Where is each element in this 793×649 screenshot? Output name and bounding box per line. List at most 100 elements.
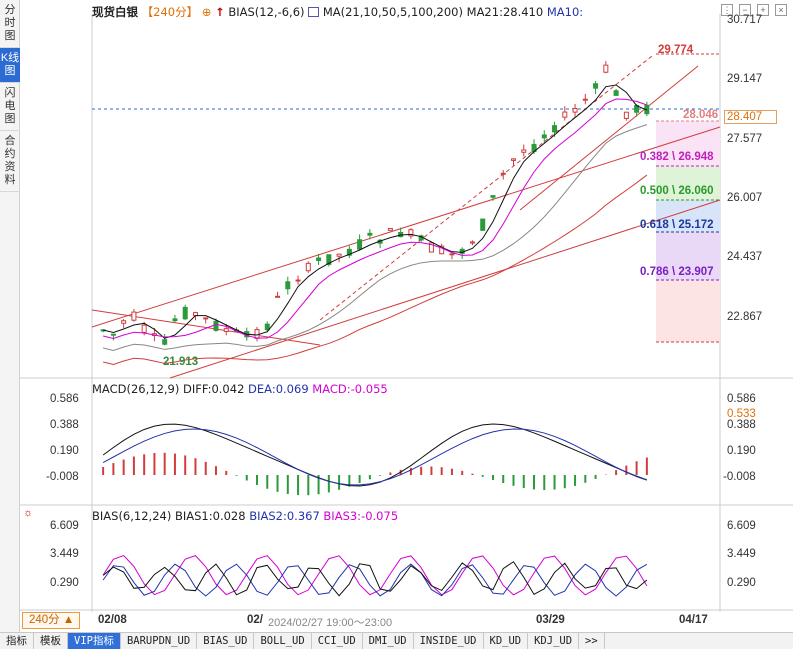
candle-body	[480, 218, 486, 231]
chart-area[interactable]: 现货白银 【240分】 ⊕ ↑ BIAS(12,-6,6) MA(21,10,5…	[20, 0, 793, 632]
tab-bias[interactable]: BIAS_UD	[197, 633, 255, 649]
tab-flash[interactable]: 闪电图	[0, 83, 20, 131]
low-label: 21.913	[163, 356, 199, 368]
bias-label: BIAS(12,-6,6)	[228, 5, 305, 19]
bias-sub-label: BIAS(6,12,24)	[92, 509, 172, 523]
candle-body	[511, 158, 516, 161]
high-label: 29.774	[658, 44, 694, 56]
chart-canvas[interactable]	[20, 0, 793, 632]
candle-body	[285, 281, 291, 290]
bias2-value: BIAS2:0.367	[249, 509, 320, 523]
tab-indicator[interactable]: 指标	[0, 633, 34, 649]
tab-template[interactable]: 模板	[34, 633, 68, 649]
tab-timeshare[interactable]: 分时图	[0, 0, 20, 48]
tab-kline[interactable]: K线图	[0, 48, 20, 83]
tab-kdj[interactable]: KDJ_UD	[528, 633, 580, 649]
bias-tick-right: 6.609	[727, 520, 756, 532]
candle-body	[295, 279, 301, 282]
left-tab-strip: 分时图 K线图 闪电图 合约资料	[0, 0, 20, 632]
candle-body	[500, 172, 506, 175]
candle-body	[141, 324, 147, 333]
candle-body	[357, 239, 363, 250]
macd-tick-right: 0.190	[727, 445, 756, 457]
candle-body	[110, 333, 116, 336]
macd-tick-left: 0.388	[50, 419, 79, 431]
candle-body	[316, 257, 322, 262]
macd-tick-right: -0.008	[723, 471, 756, 483]
date-label: 03/29	[536, 614, 565, 626]
date-label: 02/08	[98, 614, 127, 626]
macd-header: MACD(26,12,9) DIFF:0.042 DEA:0.069 MACD:…	[92, 382, 388, 396]
tab-dmi[interactable]: DMI_UD	[363, 633, 414, 649]
date-label: 02/	[247, 614, 263, 626]
symbol-name: 现货白银	[92, 5, 138, 19]
y-tick: 29.147	[727, 73, 763, 85]
candle-body	[162, 339, 168, 345]
fib-382-label: 0.382 \ 26.948	[640, 151, 714, 163]
bias-tick-right: 3.449	[727, 548, 756, 560]
candle-body	[172, 318, 178, 322]
tab-inside[interactable]: INSIDE_UD	[414, 633, 484, 649]
fib-zone	[656, 280, 720, 342]
candle-body	[562, 111, 568, 118]
ma21-line	[103, 98, 648, 340]
bias-tick-left: 6.609	[50, 520, 79, 532]
macd-tick-right: 0.586	[727, 393, 756, 405]
candle-body	[541, 134, 547, 139]
candle-body	[203, 317, 209, 320]
tab-vip-indicator[interactable]: VIP指标	[68, 633, 121, 649]
candle-body	[572, 107, 578, 113]
candle-body	[490, 195, 496, 198]
macd-tick-left: 0.190	[50, 445, 79, 457]
macd-macd: MACD:-0.055	[312, 382, 388, 396]
fib-786-label: 0.786 \ 23.907	[640, 266, 714, 278]
candle-body	[449, 253, 455, 256]
date-label: 04/17	[679, 614, 708, 626]
candle-body	[305, 262, 311, 272]
period-tag: 【240分】	[141, 5, 199, 19]
y-tick: 27.577	[727, 133, 763, 145]
tab-more[interactable]: >>	[579, 633, 605, 649]
ma21-value: MA21:28.410	[466, 5, 544, 19]
macd-tick-left: -0.008	[46, 471, 79, 483]
settings-icon[interactable]: ⊕	[202, 5, 212, 19]
candle-body	[552, 125, 558, 133]
y-tick: 30.717	[727, 14, 763, 26]
bias3-value: BIAS3:-0.075	[323, 509, 399, 523]
candle-body	[131, 311, 137, 321]
trend-line	[91, 126, 721, 328]
tab-contract-info[interactable]: 合约资料	[0, 131, 20, 192]
ma10-value: MA10:	[546, 5, 584, 19]
period-selector[interactable]: 240分 ▲	[22, 612, 80, 629]
candle-body	[336, 253, 342, 257]
close-icon[interactable]: ×	[775, 4, 787, 16]
tab-cci[interactable]: CCI_UD	[312, 633, 363, 649]
candle-body	[182, 306, 188, 320]
fib-618-label: 0.618 \ 25.172	[640, 219, 714, 231]
candle-body	[264, 323, 270, 331]
y-tick: 22.867	[727, 311, 763, 323]
bias-arrow-icon: ↑	[215, 5, 225, 19]
bias-header: BIAS(6,12,24) BIAS1:0.028 BIAS2:0.367 BI…	[92, 509, 398, 523]
candle-body	[469, 241, 475, 244]
tab-boll[interactable]: BOLL_UD	[254, 633, 312, 649]
hover-time-tooltip: 2024/02/27 19:00～23:00	[268, 617, 393, 629]
tab-kd[interactable]: KD_UD	[484, 633, 529, 649]
candle-body	[121, 320, 127, 324]
ma-label: MA(21,10,50,5,100,200)	[322, 5, 463, 19]
candle-body	[275, 295, 281, 298]
bias-tick-left: 0.290	[50, 577, 79, 589]
bias-tick-left: 3.449	[50, 548, 79, 560]
candle-body	[623, 111, 629, 119]
tab-barupdn[interactable]: BARUPDN_UD	[121, 633, 198, 649]
candle-body	[223, 328, 229, 332]
ma-line	[103, 84, 648, 339]
bias-settings-icon[interactable]: ☼	[23, 507, 33, 519]
macd-tick-left: 0.586	[50, 393, 79, 405]
y-tick: 24.437	[727, 251, 763, 263]
fib-top-label: 28.046	[683, 109, 719, 121]
ma100-line	[103, 174, 648, 366]
macd-tick-right: 0.388	[727, 419, 756, 431]
indicator-tab-bar: 指标 模板 VIP指标 BARUPDN_UD BIAS_UD BOLL_UD C…	[0, 632, 793, 649]
bias1-value: BIAS1:0.028	[174, 509, 246, 523]
